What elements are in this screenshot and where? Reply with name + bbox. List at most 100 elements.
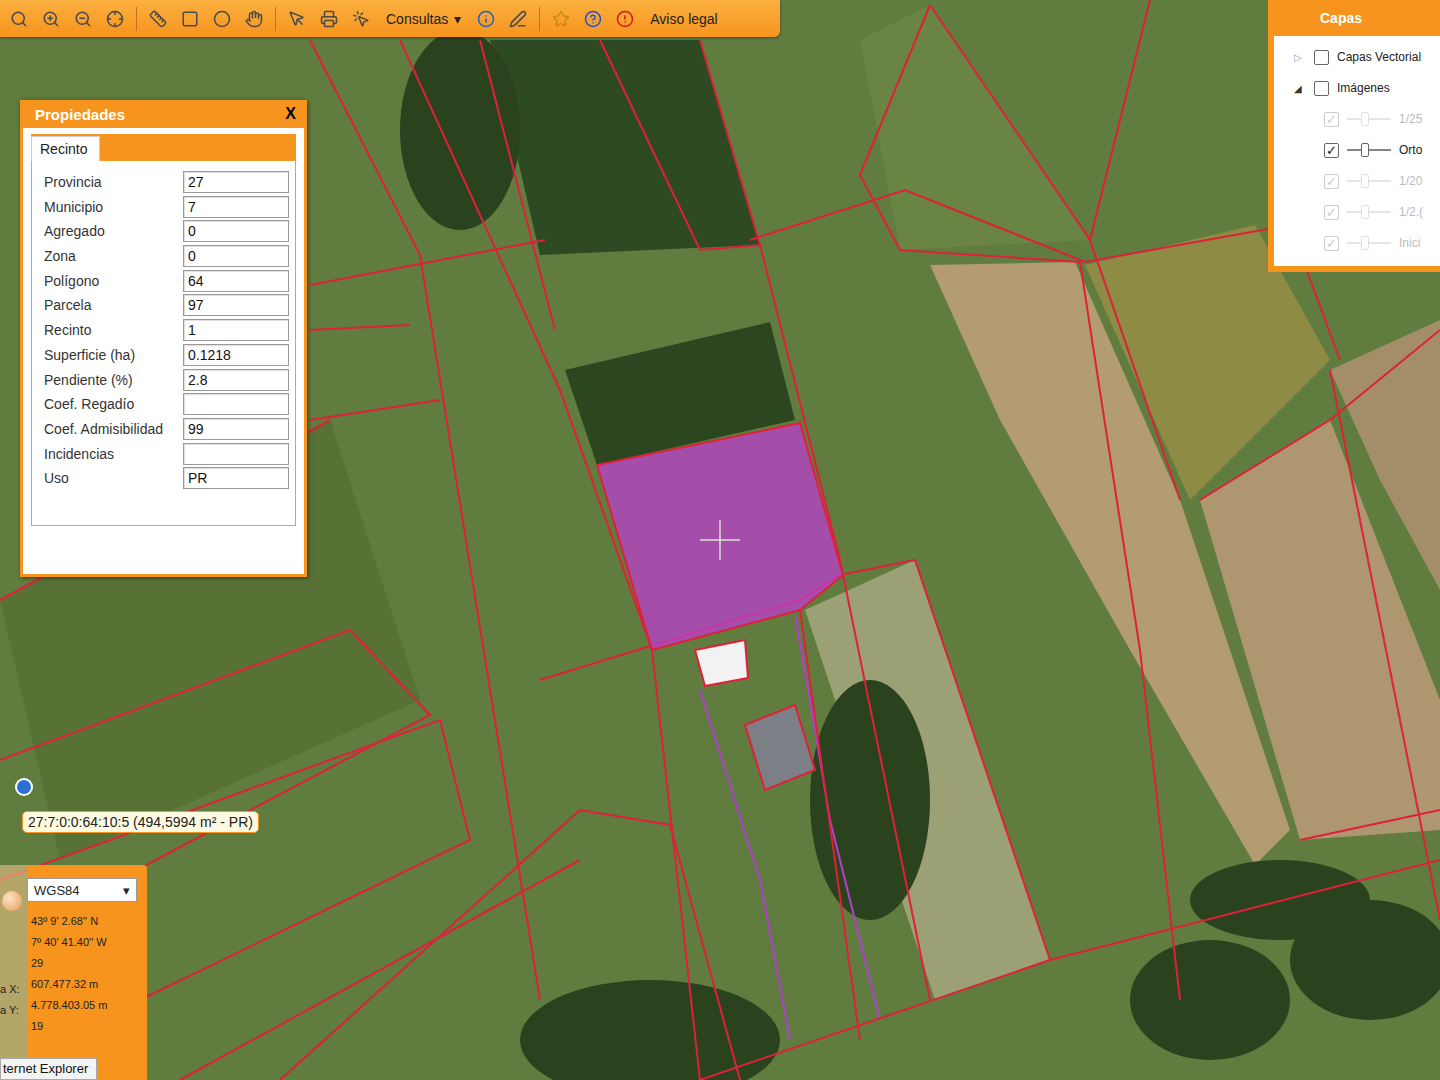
layer-checkbox[interactable] <box>1314 81 1329 96</box>
field-label: Recinto <box>44 322 183 338</box>
parcel-border <box>0 630 430 900</box>
coordinate-value: 7º 40' 41.40'' W <box>27 931 141 952</box>
crs-select[interactable]: WGS84▾ <box>27 878 137 902</box>
tree-cluster <box>1290 900 1440 1020</box>
legal-icon[interactable] <box>614 8 636 30</box>
coordinates-panel: a X:a Y: WGS84▾ 43º 9' 2.68'' N7º 40' 41.… <box>0 865 147 1080</box>
layers-panel[interactable]: Capas▷Capas Vectorial◢Imágenes✓1/25✓Orto… <box>1268 0 1440 272</box>
coordinates-labels: a X:a Y: <box>0 865 27 1080</box>
field-area <box>805 560 1050 1000</box>
field-value[interactable] <box>183 443 289 465</box>
parcel-border <box>930 5 1180 500</box>
field-value[interactable]: 97 <box>183 294 289 316</box>
field-value[interactable]: 64 <box>183 270 289 292</box>
select-icon[interactable] <box>286 8 308 30</box>
expand-toggle[interactable]: ◢ <box>1294 83 1306 94</box>
opacity-slider[interactable] <box>1347 112 1391 126</box>
close-button[interactable]: X <box>285 105 296 123</box>
zoom-out-icon[interactable] <box>72 8 94 30</box>
slider-thumb[interactable] <box>1361 236 1369 250</box>
slider-thumb[interactable] <box>1361 143 1369 157</box>
tab[interactable]: Recinto <box>31 136 100 161</box>
layer-checkbox[interactable]: ✓ <box>1324 236 1339 251</box>
house <box>745 705 815 790</box>
area-icon[interactable] <box>179 8 201 30</box>
layer-item[interactable]: ✓1/25 <box>1294 108 1440 130</box>
field-label: Incidencias <box>44 446 183 462</box>
layer-checkbox[interactable] <box>1314 50 1329 65</box>
parcel-border <box>750 190 1290 262</box>
field-label: Agregado <box>44 223 183 239</box>
field-list: Provincia27Municipio7Agregado0Zona0Políg… <box>31 161 296 526</box>
field-row: Incidencias <box>44 443 289 465</box>
identify-icon[interactable] <box>350 8 372 30</box>
coordinate-value: 43º 9' 2.68'' N <box>27 910 141 931</box>
layer-item[interactable]: ✓ Orto <box>1294 139 1440 161</box>
taskbar-item[interactable]: ternet Explorer <box>0 1058 97 1080</box>
field-value[interactable]: PR <box>183 467 289 489</box>
globe-icon[interactable] <box>2 891 22 911</box>
shed <box>695 640 748 686</box>
edit-icon[interactable] <box>507 8 529 30</box>
slider-thumb[interactable] <box>1361 174 1369 188</box>
slider-thumb[interactable] <box>1361 205 1369 219</box>
parcel-border <box>800 610 860 1040</box>
field-value[interactable]: 0.1218 <box>183 344 289 366</box>
field-label: Pendiente (%) <box>44 372 183 388</box>
field-value[interactable]: 0 <box>183 220 289 242</box>
star-icon[interactable] <box>550 8 572 30</box>
info-icon[interactable] <box>475 8 497 30</box>
info-marker-icon[interactable] <box>17 780 31 794</box>
layer-label: Orto <box>1399 143 1422 157</box>
coordinates-values: WGS84▾43º 9' 2.68'' N7º 40' 41.40'' W296… <box>27 865 147 1080</box>
search-icon[interactable] <box>8 8 30 30</box>
field-label: Uso <box>44 470 183 486</box>
queries-menu[interactable]: Consultas▾ <box>382 11 465 27</box>
opacity-slider[interactable] <box>1347 143 1391 157</box>
layer-label: 1/2.( <box>1399 205 1423 219</box>
layer-group[interactable]: ▷Capas Vectorial <box>1294 46 1440 68</box>
help-icon[interactable] <box>582 8 604 30</box>
coordinate-value: 607.477.32 m <box>27 973 141 994</box>
field-label: Provincia <box>44 174 183 190</box>
field-value[interactable] <box>183 393 289 415</box>
layer-checkbox[interactable]: ✓ <box>1324 143 1339 158</box>
field-area <box>490 40 760 255</box>
opacity-slider[interactable] <box>1347 205 1391 219</box>
layer-item[interactable]: ✓1/20 <box>1294 170 1440 192</box>
crosshair-icon[interactable] <box>104 8 126 30</box>
layer-checkbox[interactable]: ✓ <box>1324 205 1339 220</box>
tab-strip: Recinto <box>31 134 296 161</box>
field-value[interactable]: 2.8 <box>183 369 289 391</box>
printer-icon[interactable] <box>318 8 340 30</box>
field-value[interactable]: 0 <box>183 245 289 267</box>
layer-checkbox[interactable]: ✓ <box>1324 174 1339 189</box>
properties-panel[interactable]: PropiedadesXRecintoProvincia27Municipio7… <box>20 100 307 577</box>
opacity-slider[interactable] <box>1347 174 1391 188</box>
slider-thumb[interactable] <box>1361 112 1369 126</box>
opacity-slider[interactable] <box>1347 236 1391 250</box>
parcel-border <box>860 5 930 250</box>
field-value[interactable]: 7 <box>183 196 289 218</box>
selected-parcel[interactable] <box>597 423 843 650</box>
field-row: Agregado0 <box>44 220 289 242</box>
field-value[interactable]: 99 <box>183 418 289 440</box>
field-row: Parcela97 <box>44 294 289 316</box>
zoom-in-icon[interactable] <box>40 8 62 30</box>
parcel-border <box>1300 810 1440 840</box>
expand-toggle[interactable]: ▷ <box>1294 52 1306 63</box>
layer-checkbox[interactable]: ✓ <box>1324 112 1339 127</box>
field-row: Provincia27 <box>44 171 289 193</box>
parcel-border <box>280 810 580 1080</box>
layer-item[interactable]: ✓Inici <box>1294 232 1440 254</box>
pan-icon[interactable] <box>243 8 265 30</box>
ruler-icon[interactable] <box>147 8 169 30</box>
tree-cluster <box>1130 940 1290 1060</box>
circle-icon[interactable] <box>211 8 233 30</box>
layer-item[interactable]: ✓ 1/2.( <box>1294 201 1440 223</box>
field-value[interactable]: 1 <box>183 319 289 341</box>
layer-group[interactable]: ◢Imágenes <box>1294 77 1440 99</box>
legal-notice[interactable]: Aviso legal <box>646 11 721 27</box>
coordinate-value: 4.778.403.05 m <box>27 994 141 1015</box>
field-value[interactable]: 27 <box>183 171 289 193</box>
